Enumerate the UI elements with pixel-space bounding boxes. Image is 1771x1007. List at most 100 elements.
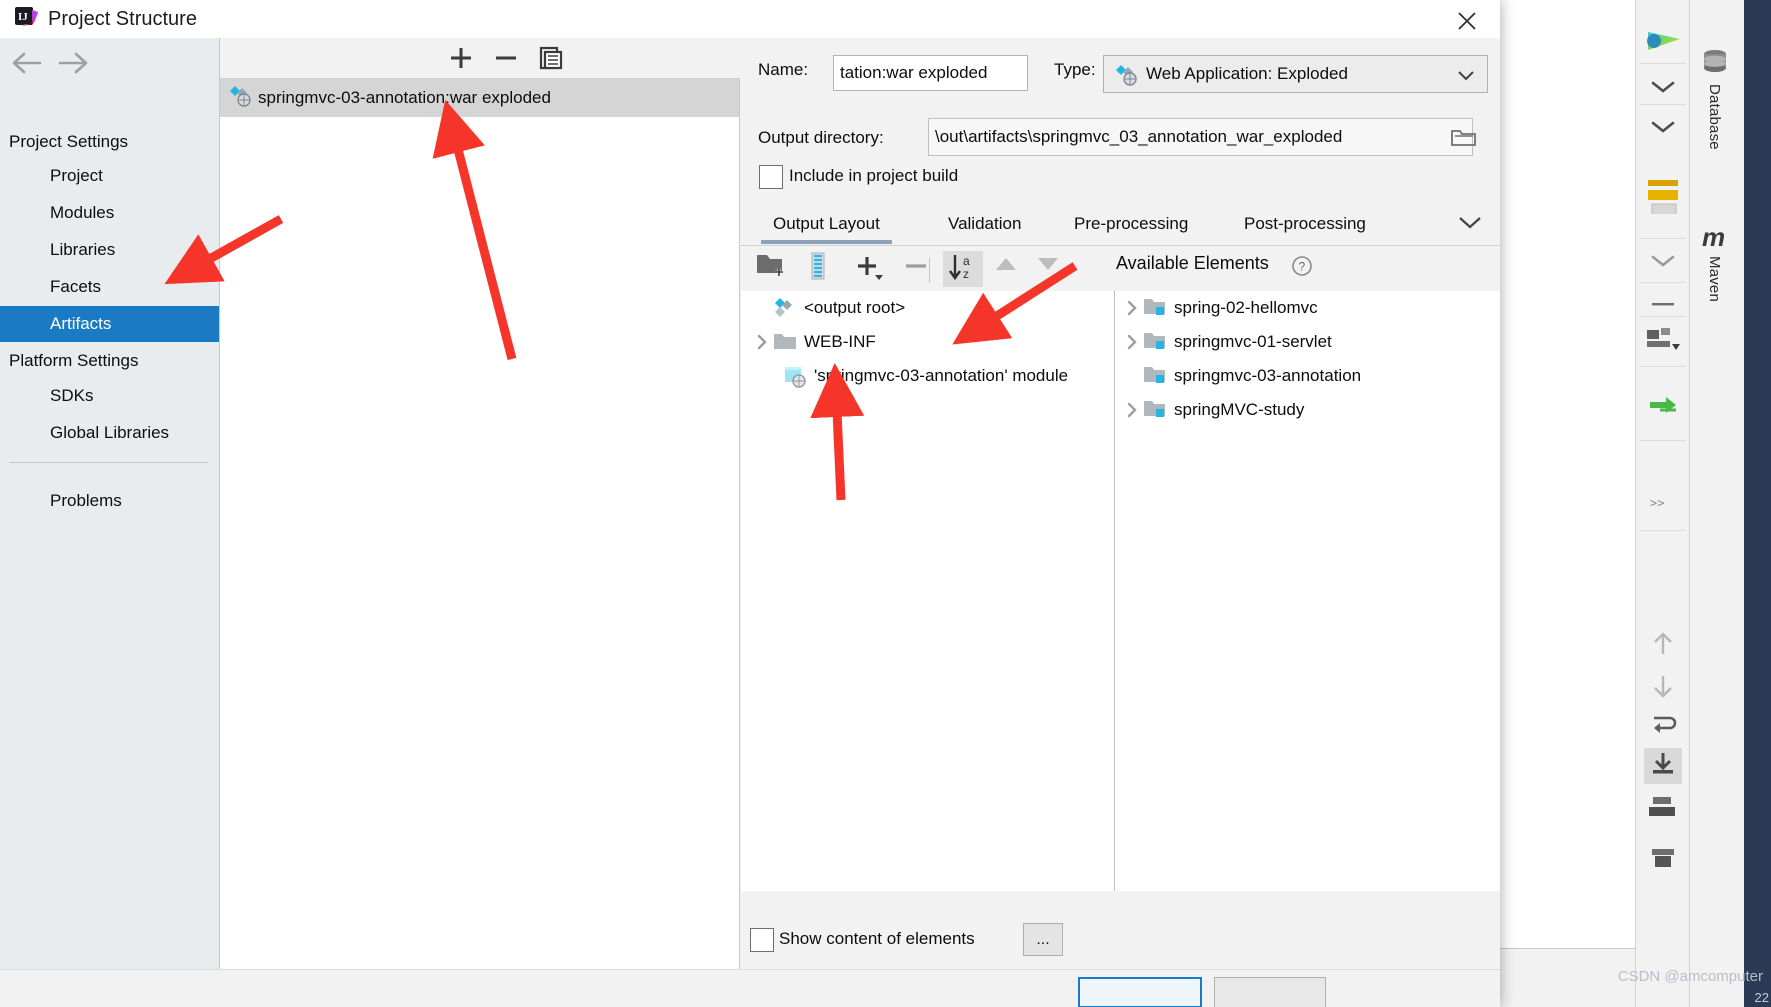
tree-row-module-output[interactable]: 'springmvc-03-annotation' module: [783, 359, 1068, 393]
arrow-right-icon[interactable]: [56, 50, 90, 76]
close-icon[interactable]: [1444, 0, 1490, 38]
output-directory-input[interactable]: \out\artifacts\springmvc_03_annotation_w…: [928, 118, 1473, 156]
download-icon[interactable]: [1644, 748, 1682, 784]
available-elements-title: Available Elements: [1116, 253, 1269, 273]
plus-dropdown-icon[interactable]: [853, 251, 893, 287]
output-layout-footer: Show content of elements ...: [741, 912, 1500, 969]
tree-row-label: spring-02-hellomvc: [1174, 298, 1318, 317]
output-layout-tree: <output root> WEB-INF 'springmvc-03-anno…: [741, 291, 1115, 891]
sidebar-item-sdks[interactable]: SDKs: [0, 378, 219, 414]
copy-icon[interactable]: [533, 42, 569, 74]
artifact-icon: [773, 296, 797, 320]
artifact-icon: [1114, 63, 1138, 91]
server-icon[interactable]: [1647, 794, 1679, 824]
dialog-titlebar: IJ Project Structure: [0, 0, 1500, 38]
archive-icon[interactable]: [803, 251, 843, 287]
ok-button[interactable]: [1078, 977, 1202, 1007]
sort-az-icon[interactable]: az: [945, 251, 983, 287]
tree-row-label: 'springmvc-03-annotation' module: [814, 366, 1069, 385]
tree-row-springmvc-03-annotation[interactable]: springmvc-03-annotation: [1123, 359, 1361, 393]
plugin-icon[interactable]: [1640, 26, 1686, 60]
module-folder-icon: [1143, 296, 1167, 320]
chevron-right-icon[interactable]: [753, 325, 773, 359]
folder-add-icon[interactable]: [755, 251, 795, 287]
chevron-right-icon[interactable]: [1123, 393, 1143, 427]
project-structure-dialog: IJ Project Structure Project Settings Pr…: [0, 0, 1500, 1007]
database-icon: [1700, 48, 1730, 82]
chevron-down-icon-3[interactable]: [1649, 252, 1677, 274]
type-label: Type:: [1054, 60, 1096, 79]
sidebar-item-modules[interactable]: Modules: [0, 195, 219, 231]
svg-text:z: z: [963, 267, 969, 281]
module-folder-icon: [1143, 364, 1167, 388]
folder-browse-icon[interactable]: [1451, 127, 1492, 152]
minus-icon[interactable]: [488, 42, 524, 74]
name-input[interactable]: tation:war exploded: [833, 55, 1028, 91]
type-select-value: Web Application: Exploded: [1146, 64, 1348, 83]
layout-icon[interactable]: [1645, 326, 1681, 360]
sidebar-item-global-libraries[interactable]: Global Libraries: [0, 415, 219, 451]
triangle-up-icon[interactable]: [991, 251, 1027, 287]
triangle-down-icon[interactable]: [1033, 251, 1069, 287]
settings-sidebar: Project Settings Project Modules Librari…: [0, 38, 220, 969]
chevron-right-icon[interactable]: [1123, 291, 1143, 325]
include-in-project-build-checkbox[interactable]: [759, 165, 783, 189]
plus-icon[interactable]: [443, 42, 479, 74]
tab-pre-processing[interactable]: Pre-processing: [1074, 204, 1188, 244]
artifact-editor-pane: Name: tation:war exploded Type: Web Appl…: [741, 38, 1500, 969]
artifacts-list-pane: springmvc-03-annotation:war exploded: [220, 38, 740, 969]
tab-validation[interactable]: Validation: [948, 204, 1021, 244]
type-select[interactable]: Web Application: Exploded: [1103, 55, 1488, 93]
bookmark-icon[interactable]: [1646, 178, 1680, 227]
chevron-down-icon-2[interactable]: [1649, 118, 1677, 140]
sidebar-nav-buttons: [0, 38, 219, 86]
tree-row-web-inf[interactable]: WEB-INF: [753, 325, 876, 359]
tree-row-springmvc-study[interactable]: springMVC-study: [1123, 393, 1304, 427]
sidebar-item-project[interactable]: Project: [0, 158, 219, 194]
sidebar-group-project-settings: Project Settings: [9, 132, 129, 151]
tab-output-layout[interactable]: Output Layout: [761, 204, 892, 244]
available-elements-tree: spring-02-hellomvc springmvc-01-servlet …: [1115, 291, 1500, 891]
tool-window-database-label[interactable]: Database: [1706, 84, 1723, 150]
sidebar-item-artifacts[interactable]: Artifacts: [0, 306, 219, 342]
sidebar-item-libraries[interactable]: Libraries: [0, 232, 219, 268]
chevron-right-icon[interactable]: [1123, 325, 1143, 359]
more-options-button[interactable]: ...: [1023, 923, 1063, 956]
editor-tabs: Output Layout Validation Pre-processing …: [741, 204, 1500, 246]
folder-icon: [773, 330, 797, 354]
tree-row-springmvc-01-servlet[interactable]: springmvc-01-servlet: [1123, 325, 1332, 359]
tree-row-label: <output root>: [804, 298, 906, 317]
tree-row-spring-02-hellomvc[interactable]: spring-02-hellomvc: [1123, 291, 1318, 325]
artifact-name-label: springmvc-03-annotation:war exploded: [258, 88, 551, 107]
chevron-down-icon-1[interactable]: [1649, 78, 1677, 100]
sidebar-item-problems[interactable]: Problems: [0, 483, 219, 519]
list-item[interactable]: springmvc-03-annotation:war exploded: [220, 79, 739, 117]
question-help-icon[interactable]: ?: [1291, 255, 1313, 281]
step-out-icon[interactable]: [1648, 712, 1678, 742]
sidebar-item-facets[interactable]: Facets: [0, 269, 219, 305]
tool-window-maven-label[interactable]: Maven: [1706, 256, 1723, 302]
module-output-icon: [783, 364, 807, 388]
arrow-down-icon[interactable]: [1649, 672, 1677, 704]
tab-post-processing[interactable]: Post-processing: [1244, 204, 1366, 244]
artifacts-toolbar: [220, 38, 740, 79]
ide-right-padding: [1744, 0, 1771, 1007]
arrow-left-icon[interactable]: [10, 50, 44, 76]
module-folder-icon: [1143, 330, 1167, 354]
tree-row-label: springmvc-01-servlet: [1174, 332, 1332, 351]
tree-row-output-root[interactable]: <output root>: [753, 291, 905, 325]
output-directory-label: Output directory:: [758, 128, 884, 147]
svg-text:?: ?: [1299, 260, 1306, 274]
chevron-down-icon[interactable]: [1458, 216, 1482, 234]
archive-box-icon[interactable]: [1648, 845, 1678, 875]
minus-icon[interactable]: [1650, 296, 1676, 313]
ide-action-toolbar: >>: [1635, 0, 1690, 1007]
name-label: Name:: [758, 60, 809, 79]
arrow-up-icon[interactable]: [1649, 630, 1677, 662]
cancel-button[interactable]: [1214, 977, 1326, 1007]
module-folder-icon: [1143, 398, 1167, 422]
more-icon[interactable]: >>: [1648, 495, 1678, 515]
page-title: Project Structure: [48, 8, 197, 30]
show-content-of-elements-checkbox[interactable]: [750, 928, 774, 952]
sync-refresh-icon[interactable]: [1646, 390, 1680, 424]
